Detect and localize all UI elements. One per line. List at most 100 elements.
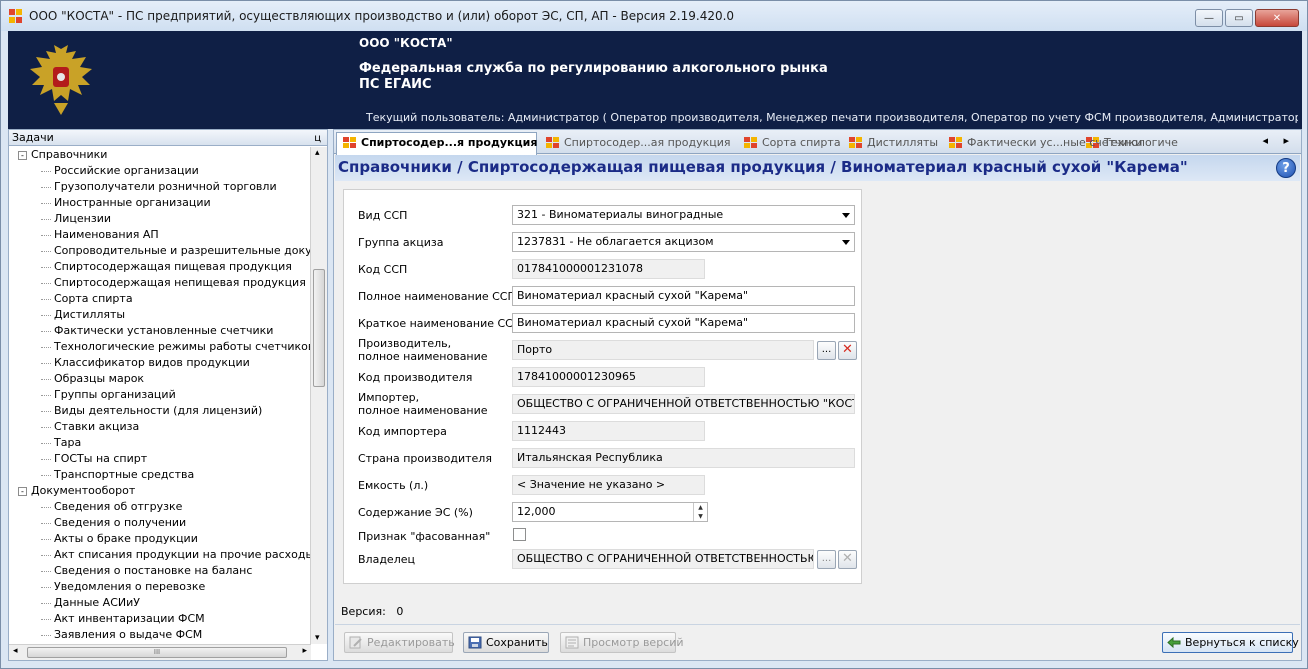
gruppa-akciza-select[interactable]: 1237831 - Не облагается акцизом — [512, 232, 855, 252]
tree-group-0[interactable]: - Справочники — [9, 147, 311, 163]
maximize-button[interactable]: ▭ — [1225, 9, 1253, 27]
spin-buttons[interactable]: ▲ ▼ — [693, 503, 707, 521]
tree-item[interactable]: Наименования АП — [9, 227, 311, 243]
full-name-input[interactable]: Виноматериал красный сухой "Карема" — [512, 286, 855, 306]
tree-item[interactable]: Акт списания продукции на прочие расходы — [9, 547, 311, 563]
tree-item[interactable]: Сведения об отгрузке — [9, 499, 311, 515]
capacity-label: Емкость (л.) — [358, 479, 429, 492]
full-name-label: Полное наименование ССП — [358, 290, 516, 303]
edit-button[interactable]: Редактировать — [344, 632, 455, 653]
tree-item-label: ГОСТы на спирт — [54, 452, 148, 465]
tree-item-label: Сопроводительные и разрешительные докуме… — [54, 244, 311, 257]
es-content-stepper[interactable]: 12,000 ▲ ▼ — [512, 502, 708, 522]
tree-item-label: Уведомления о перевозке — [54, 580, 206, 593]
app-icon — [9, 9, 23, 23]
tree-item[interactable]: Заявления о выдаче ФСМ — [9, 627, 311, 643]
tree-item[interactable]: Спиртосодержащая непищевая продукция — [9, 275, 311, 291]
tab-3[interactable]: Дистилляты — [843, 133, 940, 154]
version-info: Версия: 0 — [341, 605, 403, 618]
tree-item[interactable]: Акт инвентаризации ФСМ — [9, 611, 311, 627]
packaged-checkbox[interactable] — [513, 528, 526, 541]
tab-1[interactable]: Спиртосодер...ая продукция — [540, 133, 735, 154]
tree-item[interactable]: Российские организации — [9, 163, 311, 179]
owner-browse-button[interactable]: ... — [817, 550, 836, 569]
short-name-input[interactable]: Виноматериал красный сухой "Карема" — [512, 313, 855, 333]
tree-item[interactable]: Уведомления о перевозке — [9, 579, 311, 595]
tree-horizontal-scroll-thumb[interactable]: III — [27, 647, 287, 658]
tree-item[interactable]: Фактически установленные счетчики — [9, 323, 311, 339]
save-button[interactable]: Сохранить — [463, 632, 549, 653]
tree-item[interactable]: Спиртосодержащая пищевая продукция — [9, 259, 311, 275]
tree-item[interactable]: Тара — [9, 435, 311, 451]
versions-icon — [565, 636, 579, 649]
tree-horizontal-scrollbar[interactable]: ◂ III ▸ — [9, 644, 311, 660]
tree-connector — [41, 203, 51, 204]
tree-item-label: Классификатор видов продукции — [54, 356, 250, 369]
tree-item[interactable]: Грузополучатели розничной торговли — [9, 179, 311, 195]
pin-icon[interactable]: ц — [314, 131, 321, 146]
chevron-down-icon — [842, 213, 850, 218]
tree-item[interactable]: Образцы марок — [9, 371, 311, 387]
tree-item[interactable]: Данные АСИиУ — [9, 595, 311, 611]
tab-4[interactable]: Фактически ус...ные счетчики — [943, 133, 1142, 154]
tree-item[interactable]: Дистилляты — [9, 307, 311, 323]
producer-browse-button[interactable]: ... — [817, 341, 836, 360]
tree-item-label: Акт инвентаризации ФСМ — [54, 612, 205, 625]
producer-clear-icon[interactable]: ✕ — [838, 341, 857, 360]
tree-item[interactable]: Сведения о получении — [9, 515, 311, 531]
tree-connector — [41, 443, 51, 444]
view-versions-button[interactable]: Просмотр версий — [560, 632, 684, 653]
close-button[interactable]: ✕ — [1255, 9, 1299, 27]
spin-up-icon[interactable]: ▲ — [694, 503, 707, 512]
tree-item[interactable]: Акты о браке продукции — [9, 531, 311, 547]
vid-ssp-select[interactable]: 321 - Виноматериалы виноградные — [512, 205, 855, 225]
tab-scroll-arrows-icon[interactable]: ◂ ▸ — [1262, 134, 1295, 147]
tree-item-label: Сведения об отгрузке — [54, 500, 183, 513]
tree-item[interactable]: Классификатор видов продукции — [9, 355, 311, 371]
main-content: Технологиче Фактически ус...ные счетчики Д… — [333, 129, 1302, 661]
tree-item[interactable]: Технологические режимы работы счетчиков — [9, 339, 311, 355]
tab-label: Дистилляты — [867, 136, 939, 149]
back-to-list-button[interactable]: Вернуться к списку — [1162, 632, 1299, 653]
es-content-label: Содержание ЭС (%) — [358, 506, 473, 519]
grid-table-icon — [343, 137, 356, 148]
tree-item-label: Группы организаций — [54, 388, 176, 401]
tree-vertical-scrollbar[interactable]: ▴ ▾ — [310, 147, 327, 644]
collapse-expander-icon[interactable]: - — [18, 151, 27, 160]
tree-connector — [41, 571, 51, 572]
help-icon[interactable]: ? — [1276, 158, 1296, 178]
scroll-up-arrow-icon[interactable]: ▴ — [315, 148, 320, 158]
tree-connector — [41, 603, 51, 604]
tree-item[interactable]: Группы организаций — [9, 387, 311, 403]
tree-item-label: Спиртосодержащая пищевая продукция — [54, 260, 292, 273]
tree-item[interactable]: Сопроводительные и разрешительные докуме… — [9, 243, 311, 259]
spin-down-icon[interactable]: ▼ — [694, 512, 707, 521]
tree-item[interactable]: ГОСТы на спирт — [9, 451, 311, 467]
grid-table-icon — [849, 137, 862, 148]
owner-field: ОБЩЕСТВО С ОГРАНИЧЕННОЙ ОТВЕТСТВЕННОСТЬЮ… — [512, 549, 814, 569]
tasks-panel-title: Задачи — [12, 131, 54, 144]
tree-item[interactable]: Сведения о постановке на баланс — [9, 563, 311, 579]
tree-group-label: Документооборот — [31, 484, 136, 497]
collapse-expander-icon[interactable]: - — [18, 487, 27, 496]
owner-clear-icon[interactable]: ✕ — [838, 550, 857, 569]
tab-2[interactable]: Сорта спирта — [738, 133, 841, 154]
scroll-right-arrow-icon[interactable]: ▸ — [302, 646, 307, 656]
tree-item[interactable]: Лицензии — [9, 211, 311, 227]
kod-ssp-label: Код ССП — [358, 263, 408, 276]
tree-vertical-scroll-thumb[interactable] — [313, 269, 325, 387]
scroll-down-arrow-icon[interactable]: ▾ — [315, 633, 320, 643]
tree-group-1[interactable]: - Документооборот — [9, 483, 311, 499]
tree-item[interactable]: Транспортные средства — [9, 467, 311, 483]
country-field: Итальянская Республика — [512, 448, 855, 468]
minimize-button[interactable]: — — [1195, 9, 1223, 27]
producer-label-line1: Производитель, — [358, 337, 452, 350]
tree-connector — [41, 475, 51, 476]
tree-item[interactable]: Ставки акциза — [9, 419, 311, 435]
tree-item-label: Образцы марок — [54, 372, 145, 385]
tree-item[interactable]: Сорта спирта — [9, 291, 311, 307]
scroll-left-arrow-icon[interactable]: ◂ — [13, 646, 18, 656]
tab-0[interactable]: Спиртосодер...я продукция — [336, 132, 537, 155]
tree-item[interactable]: Виды деятельности (для лицензий) — [9, 403, 311, 419]
tree-item[interactable]: Иностранные организации — [9, 195, 311, 211]
